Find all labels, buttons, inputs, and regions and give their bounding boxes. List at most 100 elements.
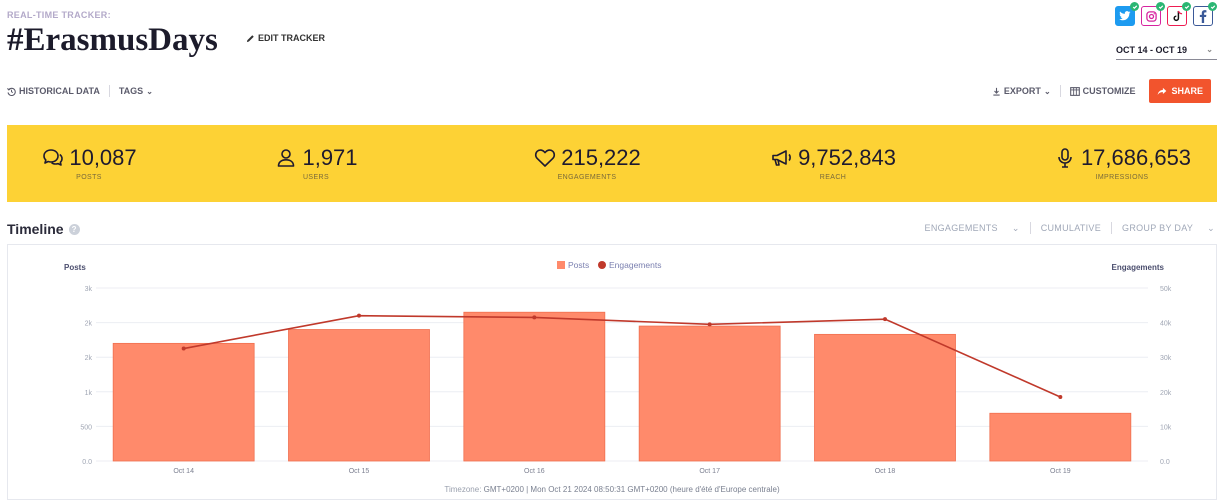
timeline-title: Timeline xyxy=(7,221,64,237)
point-engagements xyxy=(357,313,361,318)
cumulative-toggle[interactable]: CUMULATIVE xyxy=(1041,223,1101,233)
share-label: SHARE xyxy=(1171,86,1203,96)
check-icon xyxy=(1156,2,1165,11)
heart-icon xyxy=(535,149,556,167)
instagram-toggle[interactable] xyxy=(1141,2,1165,26)
bar-posts xyxy=(463,311,606,462)
y-left-tick-label: 500 xyxy=(80,424,92,431)
stat-impressions-value: 17,686,653 xyxy=(1080,145,1192,170)
y-right-tick-label: 30k xyxy=(1160,355,1172,362)
facebook-toggle[interactable] xyxy=(1193,2,1217,26)
y-left-tick-label: 0.0 xyxy=(82,459,92,466)
x-tick-label: Oct 17 xyxy=(699,468,720,475)
stat-users: 1,971 USERS xyxy=(234,125,398,202)
facebook-icon xyxy=(1199,9,1207,23)
group-by-dropdown[interactable]: GROUP BY DAY ⌄ xyxy=(1122,223,1215,234)
columns-icon xyxy=(1069,86,1080,96)
header: REAL-TIME TRACKER: #ErasmusDays EDIT TRA… xyxy=(0,0,1219,72)
divider xyxy=(1029,222,1031,234)
bar-posts xyxy=(814,333,956,462)
bar-posts xyxy=(989,412,1132,462)
tiktok-toggle[interactable] xyxy=(1167,2,1191,26)
point-engagements xyxy=(532,315,537,320)
timeline-chart-svg: 0.0 0.0 500 10k 1k 20k 2k 30k 2k 40k 3k 50k Posts Eng… xyxy=(64,260,1172,475)
stat-posts-label: POSTS xyxy=(76,174,102,181)
x-tick-label: Oct 15 xyxy=(349,468,370,475)
bar-posts xyxy=(288,329,430,462)
social-networks xyxy=(1115,2,1217,26)
chevron-down-icon: ⌄ xyxy=(146,86,153,96)
x-tick-label: Oct 16 xyxy=(524,468,545,475)
stat-impressions-label: IMPRESSIONS xyxy=(1095,174,1149,181)
user-icon xyxy=(278,149,295,167)
timezone-label: Timezone: xyxy=(444,485,482,494)
edit-tracker-label: EDIT TRACKER xyxy=(258,33,325,43)
x-tick-label: Oct 19 xyxy=(1050,468,1071,475)
customize-label: CUSTOMIZE xyxy=(1082,86,1136,96)
stat-posts-value: 10,087 xyxy=(69,145,137,170)
timeline-controls: ENGAGEMENTS ⌄ CUMULATIVE GROUP BY DAY ⌄ xyxy=(925,222,1215,234)
download-icon xyxy=(993,87,1000,96)
tags-label: TAGS xyxy=(118,86,144,96)
twitter-icon xyxy=(1119,11,1131,21)
share-icon xyxy=(1158,87,1167,95)
historical-data-button[interactable]: HISTORICAL DATA xyxy=(7,86,100,96)
date-range-value: OCT 14 - OCT 19 xyxy=(1116,44,1188,55)
y-right-tick-label: 10k xyxy=(1160,424,1172,431)
history-icon xyxy=(7,87,16,96)
export-dropdown[interactable]: EXPORT ⌄ xyxy=(992,86,1051,96)
y-right-tick-label: 0.0 xyxy=(1160,459,1170,466)
bar-posts xyxy=(638,325,781,462)
tags-dropdown[interactable]: TAGS ⌄ xyxy=(119,86,153,96)
x-tick-label: Oct 18 xyxy=(875,468,896,475)
date-range-select[interactable]: OCT 14 - OCT 19 ⌄ xyxy=(1116,40,1217,60)
stat-reach-value: 9,752,843 xyxy=(798,145,896,170)
export-label: EXPORT xyxy=(1003,86,1041,96)
divider xyxy=(1111,222,1113,234)
tracker-kicker: REAL-TIME TRACKER: xyxy=(7,10,111,20)
historical-data-label: HISTORICAL DATA xyxy=(19,86,100,96)
group-by-label: GROUP BY DAY xyxy=(1122,223,1194,233)
page-title: #ErasmusDays xyxy=(7,22,218,58)
timeline-header: Timeline ? xyxy=(7,221,80,237)
point-engagements xyxy=(181,346,186,351)
metric-dropdown[interactable]: ENGAGEMENTS ⌄ xyxy=(925,223,1020,234)
divider xyxy=(1059,85,1061,97)
point-engagements xyxy=(707,322,712,327)
stat-users-label: USERS xyxy=(302,174,330,181)
customize-button[interactable]: CUSTOMIZE xyxy=(1069,86,1136,96)
stat-reach-label: REACH xyxy=(819,174,847,181)
pencil-icon xyxy=(246,34,254,42)
bar-posts xyxy=(112,342,255,462)
chevron-down-icon: ⌄ xyxy=(1011,222,1020,233)
y-right-tick-label: 40k xyxy=(1160,321,1172,328)
chevron-down-icon: ⌄ xyxy=(1043,86,1051,96)
check-icon xyxy=(1208,2,1217,11)
check-icon xyxy=(1130,2,1139,11)
chevron-down-icon: ⌄ xyxy=(1206,45,1213,54)
stat-engagements-label: ENGAGEMENTS xyxy=(557,174,617,181)
y-right-tick-label: 20k xyxy=(1160,390,1172,397)
y-left-tick-label: 2k xyxy=(85,321,93,328)
chevron-down-icon: ⌄ xyxy=(1207,222,1215,233)
stat-reach: 9,752,843 REACH xyxy=(743,125,923,202)
y-left-tick-label: 2k xyxy=(85,355,93,362)
y-right-tick-label: 50k xyxy=(1160,286,1172,293)
stat-posts: 10,087 POSTS xyxy=(7,125,171,202)
legend-posts-label: Posts xyxy=(568,260,589,270)
stat-users-value: 1,971 xyxy=(302,145,358,170)
y-left-axis-title: Posts xyxy=(64,263,86,272)
help-icon[interactable]: ? xyxy=(68,223,80,235)
timezone-info: Timezone: GMT+0200 | Mon Oct 21 2024 08:… xyxy=(8,485,1216,494)
share-button[interactable]: SHARE xyxy=(1149,79,1211,103)
megaphone-icon xyxy=(772,150,791,166)
point-engagements xyxy=(883,317,887,322)
timeline-chart: 0.0 0.0 500 10k 1k 20k 2k 30k 2k 40k 3k 50k Posts Eng… xyxy=(7,244,1217,500)
check-icon xyxy=(1182,2,1191,11)
edit-tracker-button[interactable]: EDIT TRACKER xyxy=(246,33,325,43)
legend-engagements-label: Engagements xyxy=(609,260,661,270)
instagram-icon xyxy=(1145,10,1157,22)
tiktok-icon xyxy=(1172,10,1182,22)
twitter-toggle[interactable] xyxy=(1115,2,1139,26)
point-engagements xyxy=(1058,394,1063,399)
